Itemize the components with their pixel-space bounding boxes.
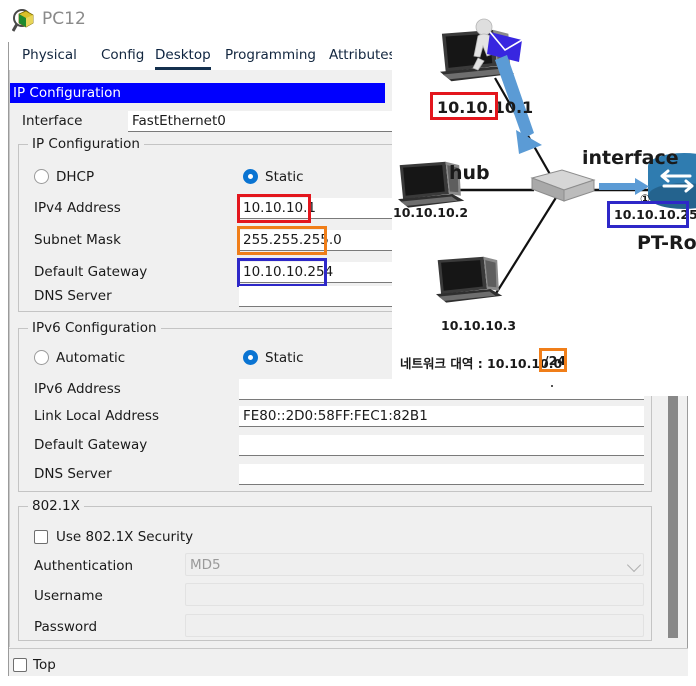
top-label: Top (33, 657, 56, 673)
ipv6-group-title: IPv6 Configuration (28, 320, 161, 336)
ipv4-address-label: IPv4 Address (34, 200, 121, 216)
link-local-address-field[interactable]: FE80::2D0:58FF:FEC1:82B1 (239, 406, 644, 427)
ipv6-automatic-label: Automatic (56, 350, 126, 366)
tab-attributes[interactable]: Attributes (329, 45, 396, 67)
network-topology-diagram: 10.10.10.1 10.10.10.2 10.10.10.3 hub int… (392, 0, 696, 396)
router-name-label: PT-Ro (637, 232, 696, 254)
vertical-scrollbar-thumb[interactable] (668, 383, 678, 638)
ipv6-address-label: IPv6 Address (34, 381, 121, 397)
ipv4-default-gateway-label: Default Gateway (34, 264, 148, 280)
topology-svg (398, 18, 696, 303)
ip-configuration-title-banner: IP Configuration (10, 83, 385, 103)
interface-label: Interface (22, 113, 83, 129)
use-dot1x-security-label: Use 802.1X Security (56, 529, 194, 545)
pc-top-ip-label: 10.10.10.1 (437, 98, 534, 117)
packet-tracer-device-icon (12, 9, 34, 32)
use-dot1x-security-checkbox[interactable] (34, 530, 48, 544)
hub-icon (530, 169, 596, 202)
authentication-label: Authentication (34, 558, 134, 574)
dhcp-label: DHCP (56, 169, 95, 185)
window-title-bar: PC12 (0, 0, 392, 42)
window-title: PC12 (42, 9, 86, 29)
link-pc3-hub (494, 195, 558, 296)
pc-bottom-icon (436, 256, 503, 303)
ipv6-static-label: Static (265, 350, 304, 366)
ipv6-static-radio[interactable] (243, 350, 258, 365)
dot1x-group-title: 802.1X (28, 498, 84, 514)
ipv4-dns-server-label: DNS Server (34, 288, 112, 304)
password-field[interactable] (185, 614, 644, 637)
router-port-number: ① (640, 192, 651, 206)
ipv6-dns-server-field[interactable] (239, 464, 644, 485)
network-range-cidr: /24 (544, 353, 566, 368)
password-label: Password (34, 619, 98, 635)
ipv4-static-label: Static (265, 169, 304, 185)
ipv6-automatic-radio[interactable] (34, 350, 49, 365)
tab-physical[interactable]: Physical (22, 45, 77, 67)
ipv4-static-radio[interactable] (243, 169, 258, 184)
hub-label: hub (449, 162, 490, 184)
network-range-note: 네트워크 대역 : 10.10.10.0 (400, 356, 563, 371)
top-checkbox[interactable] (13, 658, 27, 672)
ipv6-dns-server-label: DNS Server (34, 466, 112, 482)
link-local-address-label: Link Local Address (34, 408, 159, 424)
window-bottom-bar (9, 648, 688, 676)
ipv4-group-title: IP Configuration (28, 136, 144, 152)
pc-bottom-ip-label: 10.10.10.3 (441, 318, 517, 333)
dhcp-radio[interactable] (34, 169, 49, 184)
tab-desktop[interactable]: Desktop (155, 45, 211, 70)
subnet-mask-label: Subnet Mask (34, 232, 121, 248)
pc-left-ip-label: 10.10.10.2 (393, 205, 469, 220)
panel-collapse-notch[interactable] (538, 380, 566, 396)
ipv6-default-gateway-label: Default Gateway (34, 437, 148, 453)
tab-config[interactable]: Config (101, 45, 144, 67)
tab-programming[interactable]: Programming (225, 45, 316, 67)
authentication-select[interactable]: MD5 (185, 553, 644, 576)
router-ip-label: 10.10.10.254 (614, 207, 696, 222)
username-field[interactable] (185, 583, 644, 606)
ipv6-default-gateway-field[interactable] (239, 435, 644, 456)
username-label: Username (34, 588, 103, 604)
interface-label: interface (582, 147, 679, 169)
